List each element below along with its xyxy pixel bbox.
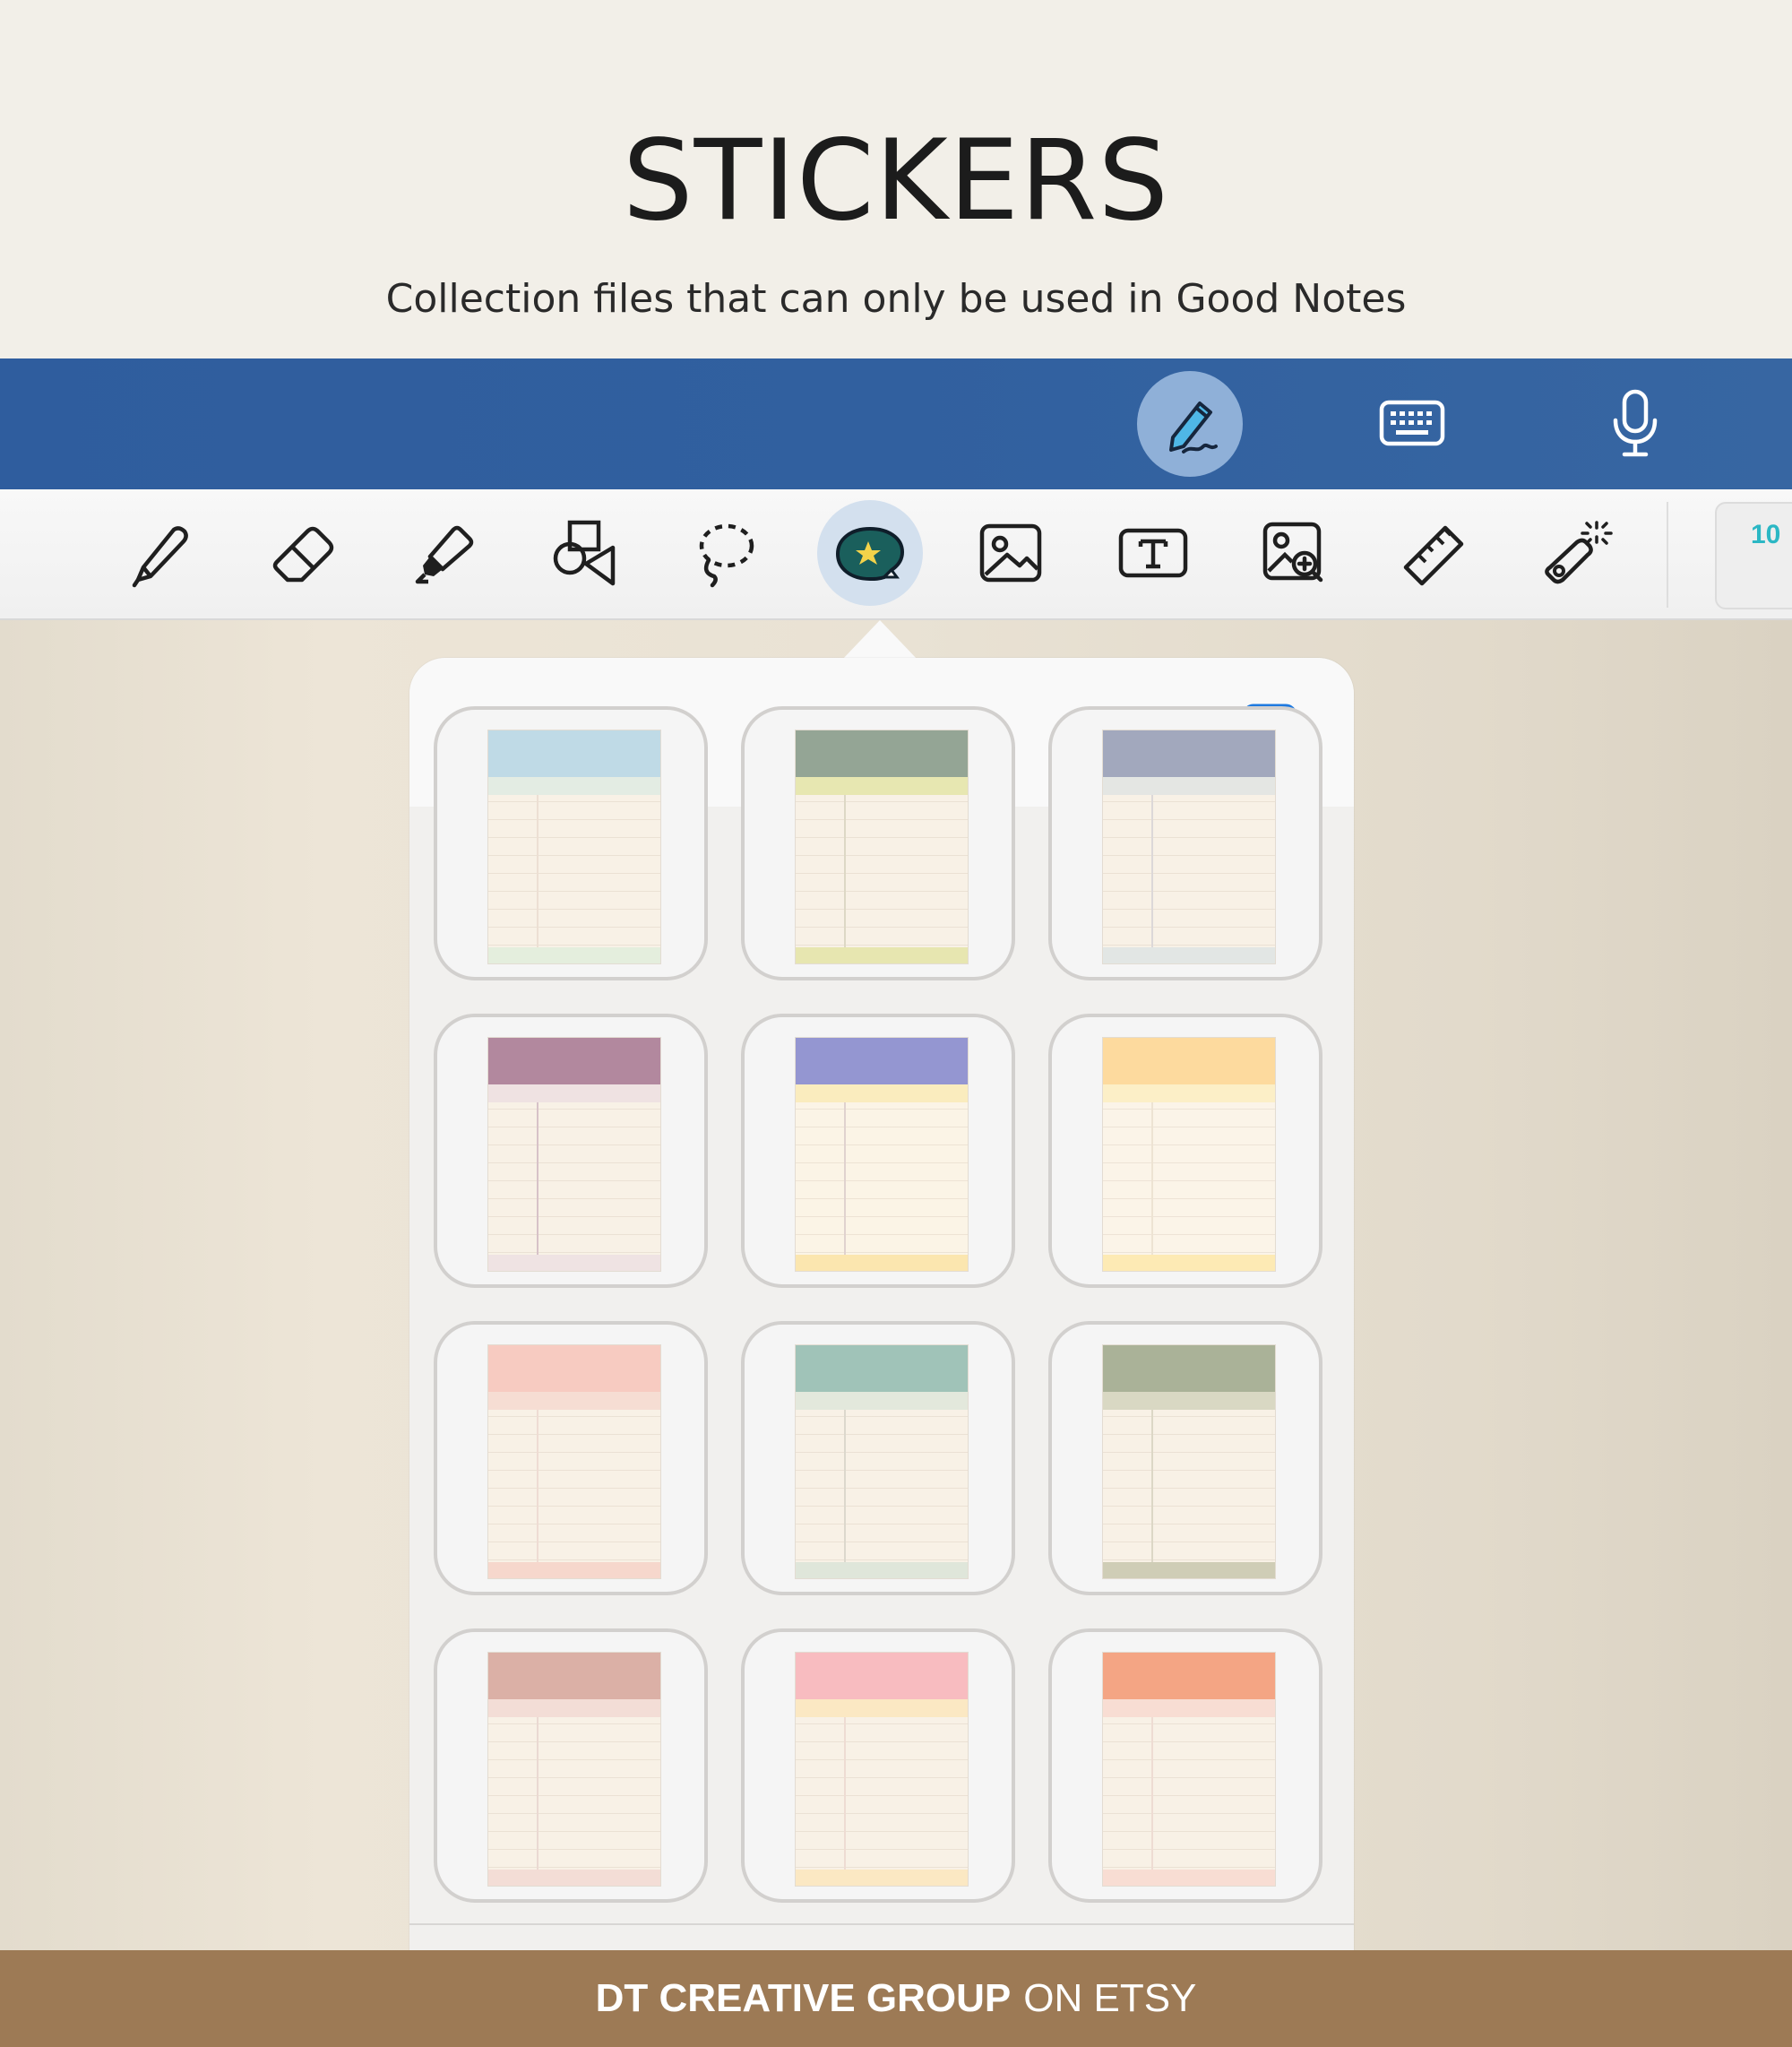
sticker-notepad-thumbnail <box>795 1344 969 1579</box>
hero-header: STICKERS Collection files that can only … <box>0 0 1792 358</box>
calendar-day: 10 <box>1751 520 1781 549</box>
sticker-icon <box>835 526 905 582</box>
input-mode-bar <box>0 358 1792 489</box>
popover-arrow <box>842 620 918 660</box>
microphone-icon <box>1613 389 1658 457</box>
sticker-notepad-thumbnail <box>1102 1344 1276 1579</box>
sticker-item[interactable] <box>434 1014 708 1288</box>
page-subtitle: Collection files that can only be used i… <box>385 276 1407 322</box>
sticker-notepad-thumbnail <box>795 1652 969 1887</box>
eraser-tool[interactable] <box>249 500 355 606</box>
sticker-notepad-thumbnail <box>1102 1037 1276 1272</box>
sticker-item[interactable] <box>434 1321 708 1595</box>
sticker-grid <box>409 706 1354 1957</box>
toolbar-divider <box>1667 502 1668 608</box>
popover-bottom-divider <box>409 1923 1354 1925</box>
keyboard-mode-button[interactable] <box>1359 371 1465 477</box>
sticker-notepad-thumbnail <box>487 730 661 964</box>
sticker-item[interactable] <box>1048 706 1322 980</box>
footer-suffix: ON ETSY <box>1023 1976 1197 2020</box>
eraser-icon <box>272 526 334 583</box>
sticker-tool[interactable] <box>817 500 923 606</box>
sticker-item[interactable] <box>1048 1014 1322 1288</box>
image-search-tool[interactable] <box>1241 500 1347 606</box>
sticker-item[interactable] <box>434 1628 708 1903</box>
pen-write-icon <box>1169 402 1218 453</box>
laser-pointer-icon <box>1545 521 1613 584</box>
calendar-shortcut[interactable]: 10 <box>1715 502 1792 609</box>
image-search-icon <box>1262 522 1323 583</box>
sticker-item[interactable] <box>1048 1321 1322 1595</box>
sticker-item[interactable] <box>434 706 708 980</box>
lasso-tool[interactable] <box>672 500 778 606</box>
footer-brand: DT CREATIVE GROUP <box>595 1976 1012 2020</box>
handwriting-mode-button[interactable] <box>1137 371 1243 477</box>
tool-toolbar: 10 <box>0 489 1792 620</box>
sticker-item[interactable] <box>741 1014 1015 1288</box>
pen-icon <box>132 526 188 588</box>
voice-mode-button[interactable] <box>1582 371 1688 477</box>
shapes-tool[interactable] <box>531 500 637 606</box>
sticker-item[interactable] <box>741 1628 1015 1903</box>
text-box-icon <box>1118 528 1188 578</box>
text-box-tool[interactable] <box>1100 500 1206 606</box>
shapes-icon <box>553 520 616 586</box>
sticker-notepad-thumbnail <box>487 1037 661 1272</box>
sticker-item[interactable] <box>1048 1628 1322 1903</box>
sticker-notepad-thumbnail <box>487 1652 661 1887</box>
sticker-popover <box>409 658 1354 1957</box>
sticker-notepad-thumbnail <box>1102 1652 1276 1887</box>
highlighter-tool[interactable] <box>390 500 495 606</box>
sticker-notepad-thumbnail <box>795 730 969 964</box>
lasso-icon <box>699 523 754 588</box>
sticker-item[interactable] <box>741 1321 1015 1595</box>
sticker-notepad-thumbnail <box>795 1037 969 1272</box>
sticker-notepad-thumbnail <box>487 1344 661 1579</box>
sticker-notepad-thumbnail <box>1102 730 1276 964</box>
image-tool[interactable] <box>958 500 1064 606</box>
image-icon <box>979 523 1042 583</box>
page-title: STICKERS <box>622 117 1170 246</box>
ruler-tool[interactable] <box>1382 500 1487 606</box>
pen-tool[interactable] <box>108 500 214 606</box>
sticker-item[interactable] <box>741 706 1015 980</box>
keyboard-icon <box>1379 400 1445 446</box>
laser-pointer-tool[interactable] <box>1522 500 1628 606</box>
highlighter-icon <box>415 525 474 584</box>
footer-banner: DT CREATIVE GROUP ON ETSY <box>0 1950 1792 2047</box>
ruler-icon <box>1403 525 1464 586</box>
